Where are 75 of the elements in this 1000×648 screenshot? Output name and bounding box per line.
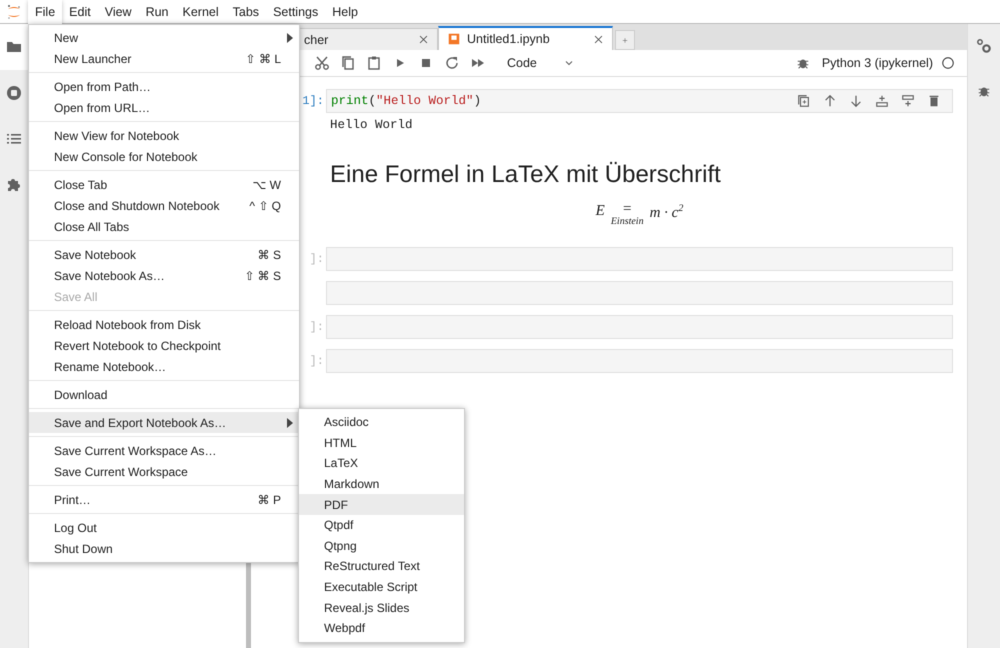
menu-item[interactable]: Shut Down [29, 538, 299, 559]
menu-item[interactable]: New View for Notebook [29, 125, 299, 146]
menu-bar-item[interactable]: Edit [62, 0, 98, 24]
insert-below-icon [901, 94, 915, 108]
menu-item[interactable]: Reload Notebook from Disk [29, 314, 299, 335]
menu-item[interactable]: Download [29, 384, 299, 405]
close-icon [418, 34, 429, 45]
menu-item[interactable]: Print… ⌘ P [29, 489, 299, 510]
menu-bar-item[interactable]: Run [138, 0, 176, 24]
menu-item[interactable]: Executable Script [299, 576, 464, 598]
menu-item[interactable]: Qtpdf [299, 514, 464, 536]
menu-bar-item[interactable]: View [98, 0, 139, 24]
app-logo-icon [6, 4, 22, 20]
menu-item[interactable]: New Console for Notebook [29, 146, 299, 167]
code-line: print("Hello World") [331, 94, 482, 108]
menu-item[interactable]: ReStructured Text [299, 556, 464, 577]
document-tab[interactable]: Untitled1.ipynb [438, 26, 613, 50]
menu-item[interactable]: Log Out [29, 517, 299, 538]
cell-prompt: ]: [310, 320, 324, 334]
code-cell-input[interactable] [326, 247, 953, 271]
menu-item[interactable]: Open from URL… [29, 97, 299, 118]
menu-item[interactable]: Qtpng [299, 536, 464, 556]
cell-prompt: 1]: [302, 94, 324, 108]
menu-item[interactable]: Revert Notebook to Checkpoint [29, 335, 299, 356]
menu-item[interactable]: Save Current Workspace As… [29, 440, 299, 461]
arrow-down-icon [849, 94, 863, 108]
duplicate-icon [797, 94, 811, 108]
arrow-up-icon [823, 94, 837, 108]
stop-circle-icon [6, 85, 22, 101]
code-cell-input[interactable]: print("Hello World") [326, 89, 953, 113]
menu-item[interactable]: Open from Path… [29, 76, 299, 97]
restart-icon [444, 55, 460, 71]
cell-prompt: ]: [310, 354, 324, 368]
puzzle-icon [6, 177, 22, 193]
caret-right-icon [286, 418, 293, 428]
menu-item[interactable]: Markdown [299, 474, 464, 494]
menu-bar-item[interactable]: File [28, 0, 62, 24]
code-cell-input[interactable] [326, 349, 953, 373]
trash-icon [927, 94, 941, 108]
menu-bar-item[interactable]: Tabs [226, 0, 266, 24]
scissors-icon [314, 55, 330, 71]
menu-item[interactable]: Rename Notebook… [29, 356, 299, 377]
menu-item[interactable]: Save Current Workspace [29, 461, 299, 482]
menu-item[interactable]: New Launcher ⇧ ⌘ L [29, 48, 299, 69]
caret-right-icon [286, 32, 293, 42]
cell-output: Hello World [329, 117, 413, 134]
menu-item[interactable]: Close All Tabs [29, 216, 299, 237]
notebook-icon [447, 32, 461, 46]
menu-item[interactable]: Save Notebook As… ⇧ ⌘ S [29, 265, 299, 286]
cell-prompt: ]: [310, 252, 324, 266]
menu-item[interactable]: Close Tab ⌥ W [29, 174, 299, 195]
code-cell-input[interactable] [326, 315, 953, 339]
code-cell-input[interactable] [326, 281, 953, 305]
insert-above-icon [875, 94, 889, 108]
menu-item[interactable]: Close and Shutdown Notebook ^ ⇧ Q [29, 195, 299, 216]
menu-item[interactable]: HTML [299, 432, 464, 454]
sidebar-tab[interactable] [0, 24, 28, 70]
markdown-heading: Eine Formel in LaTeX mit Überschrift [330, 161, 721, 189]
menu-bar-item[interactable]: Kernel [176, 0, 226, 24]
menu-bar-item[interactable]: Help [325, 0, 365, 24]
menu-item[interactable]: Asciidoc [299, 412, 464, 433]
folder-icon [6, 39, 22, 55]
copy-icon [340, 55, 356, 71]
menu-item[interactable]: Webpdf [299, 618, 464, 639]
menu-item[interactable]: PDF [299, 494, 464, 515]
close-icon [593, 34, 604, 44]
kernel-name[interactable]: Python 3 (ipykernel) [816, 56, 941, 70]
menu-item[interactable]: Save and Export Notebook As… [29, 412, 299, 433]
clipboard-icon [366, 55, 382, 71]
menu-item[interactable]: Save Notebook ⌘ S [29, 244, 299, 265]
cell-type-dropdown[interactable]: Code [501, 54, 581, 72]
menu-item[interactable]: LaTeX [299, 453, 464, 474]
kernel-status-icon [941, 56, 955, 70]
menu-item[interactable]: Reveal.js Slides [299, 597, 464, 618]
menu-bar-item[interactable]: Settings [266, 0, 326, 24]
